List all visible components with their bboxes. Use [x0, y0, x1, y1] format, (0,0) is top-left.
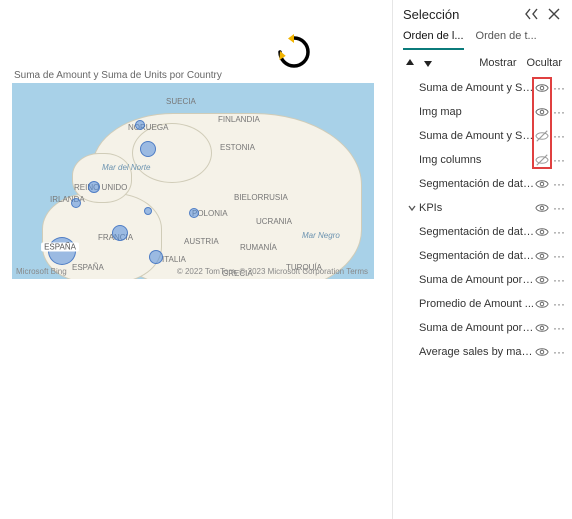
map-data-bubble[interactable]: [88, 181, 100, 193]
map-country-label: SUECIA: [166, 97, 196, 106]
map-country-label: AUSTRIA: [184, 237, 219, 246]
map-sea-label: Mar Negro: [302, 231, 340, 240]
map-area[interactable]: SUECIAFINLANDIANORUEGAESTONIAREINO UNIDO…: [12, 83, 374, 279]
close-icon[interactable]: [546, 6, 562, 22]
list-item-label: Segmentación de datos: [419, 250, 534, 262]
map-country-label: ITALIA: [162, 255, 186, 264]
map-country-label: BIELORRUSIA: [234, 193, 288, 202]
map-data-bubble[interactable]: [144, 207, 152, 215]
more-icon[interactable]: ···: [552, 250, 566, 262]
map-visual[interactable]: Suma de Amount y Suma de Units por Count…: [12, 70, 374, 279]
list-item-label: Average sales by mari...: [419, 346, 534, 358]
list-item-label: Promedio de Amount ...: [419, 298, 534, 310]
map-data-bubble[interactable]: [112, 225, 128, 241]
visible-icon[interactable]: [534, 272, 550, 288]
panel-title: Selección: [403, 7, 524, 22]
move-up-icon[interactable]: [403, 56, 417, 70]
map-data-bubble[interactable]: [149, 250, 163, 264]
report-canvas[interactable]: Suma de Amount y Suma de Units por Count…: [0, 0, 392, 519]
list-item[interactable]: Segmentación de datos ···: [393, 244, 572, 268]
visible-icon[interactable]: [534, 104, 550, 120]
more-icon[interactable]: ···: [552, 82, 566, 94]
visible-icon[interactable]: [534, 80, 550, 96]
list-item[interactable]: Promedio de Amount ... ···: [393, 292, 572, 316]
visible-icon[interactable]: [534, 296, 550, 312]
list-item[interactable]: Img map ···: [393, 100, 572, 124]
bing-attribution: Microsoft Bing: [16, 267, 67, 276]
more-icon[interactable]: ···: [552, 346, 566, 358]
visual-title: Suma de Amount y Suma de Units por Count…: [14, 70, 374, 81]
more-icon[interactable]: ···: [552, 106, 566, 118]
list-item-label: Suma de Amount y Su...: [419, 82, 534, 94]
show-all-button[interactable]: Mostrar: [479, 57, 516, 69]
map-attribution: © 2022 TomTom, © 2023 Microsoft Corporat…: [177, 267, 368, 276]
list-item-label: Suma de Amount por ...: [419, 274, 534, 286]
list-item[interactable]: Suma de Amount por ... ···: [393, 268, 572, 292]
visible-icon[interactable]: [534, 248, 550, 264]
list-item[interactable]: Suma de Amount y Su... ···: [393, 76, 572, 100]
list-item-label: Suma de Amount por ...: [419, 322, 534, 334]
list-item-label: KPIs: [419, 202, 534, 214]
map-pin-spain: ESPAÑA: [41, 243, 79, 252]
list-item[interactable]: Suma de Amount por ... ···: [393, 316, 572, 340]
visible-icon[interactable]: [534, 344, 550, 360]
list-item[interactable]: Img columns ···: [393, 148, 572, 172]
map-country-label: ESTONIA: [220, 143, 255, 152]
tab-layer-order[interactable]: Orden de l...: [403, 30, 464, 50]
map-data-bubble[interactable]: [140, 141, 156, 157]
map-data-bubble[interactable]: [135, 120, 145, 130]
map-country-label: FINLANDIA: [218, 115, 260, 124]
list-item-label: Suma de Amount y Su...: [419, 130, 534, 142]
list-item[interactable]: Average sales by mari... ···: [393, 340, 572, 364]
more-icon[interactable]: ···: [552, 202, 566, 214]
map-country-label: REINO UNIDO: [74, 183, 127, 192]
visible-icon[interactable]: [534, 176, 550, 192]
hidden-icon[interactable]: [534, 128, 550, 144]
visible-icon[interactable]: [534, 224, 550, 240]
move-down-icon[interactable]: [421, 56, 435, 70]
more-icon[interactable]: ···: [552, 322, 566, 334]
list-item-label: Segmentación de datos: [419, 226, 534, 238]
list-item[interactable]: Segmentación de datos ···: [393, 220, 572, 244]
map-data-bubble[interactable]: [71, 198, 81, 208]
list-item[interactable]: KPIs ···: [393, 196, 572, 220]
collapse-icon[interactable]: [524, 6, 540, 22]
list-item-label: Img map: [419, 106, 534, 118]
list-item-label: Img columns: [419, 154, 534, 166]
refresh-icon: [276, 34, 312, 70]
more-icon[interactable]: ···: [552, 178, 566, 190]
visible-icon[interactable]: [534, 200, 550, 216]
more-icon[interactable]: ···: [552, 298, 566, 310]
more-icon[interactable]: ···: [552, 274, 566, 286]
selection-panel: Selección Orden de l... Orden de t... Mo…: [392, 0, 572, 519]
list-item[interactable]: Segmentación de datos ···: [393, 172, 572, 196]
more-icon[interactable]: ···: [552, 154, 566, 166]
panel-tabs: Orden de l... Orden de t...: [393, 24, 572, 50]
visible-icon[interactable]: [534, 320, 550, 336]
list-item-label: Segmentación de datos: [419, 178, 534, 190]
tab-tab-order[interactable]: Orden de t...: [476, 30, 537, 50]
hidden-icon[interactable]: [534, 152, 550, 168]
map-country-label: ESPAÑA: [72, 263, 104, 272]
more-icon[interactable]: ···: [552, 226, 566, 238]
map-sea-label: Mar del Norte: [102, 163, 150, 172]
map-data-bubble[interactable]: [189, 208, 199, 218]
hide-all-button[interactable]: Ocultar: [527, 57, 562, 69]
map-country-label: UCRANIA: [256, 217, 292, 226]
list-item[interactable]: Suma de Amount y Su... ···: [393, 124, 572, 148]
chevron-down-icon[interactable]: [407, 204, 417, 212]
more-icon[interactable]: ···: [552, 130, 566, 142]
map-country-label: RUMANÍA: [240, 243, 277, 252]
selection-list: Suma de Amount y Su...···Img map···Suma …: [393, 76, 572, 519]
